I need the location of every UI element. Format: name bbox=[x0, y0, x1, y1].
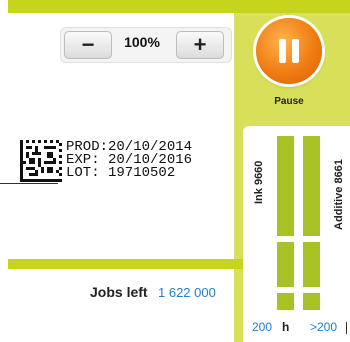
pause-label: Pause bbox=[274, 96, 304, 107]
minus-icon: − bbox=[81, 32, 95, 57]
separator bbox=[346, 322, 347, 334]
additive-level-bar-middle bbox=[303, 242, 320, 287]
left-frame bbox=[0, 0, 8, 342]
label-print-text: PROD:20/10/2014 EXP: 20/10/2016 LOT: 197… bbox=[66, 140, 192, 181]
additive-hours-value: >200 bbox=[310, 320, 338, 334]
ink-label: Ink 9660 bbox=[253, 160, 265, 204]
pause-icon bbox=[279, 39, 299, 63]
ink-level-bar-lower bbox=[277, 293, 294, 310]
ink-hours-unit: h bbox=[282, 320, 290, 334]
zoom-in-button[interactable]: + bbox=[176, 31, 224, 59]
pointer-line bbox=[0, 183, 58, 184]
jobs-left-label: Jobs left bbox=[90, 284, 148, 300]
pause-button[interactable] bbox=[256, 18, 322, 84]
datamatrix-barcode bbox=[20, 140, 62, 182]
label-line-lot: LOT: 19710502 bbox=[66, 165, 176, 181]
ink-level-bar-middle bbox=[277, 242, 294, 287]
additive-level-bar-upper bbox=[303, 136, 320, 236]
additive-level-bar-lower bbox=[303, 293, 320, 310]
plus-icon: + bbox=[193, 32, 207, 57]
zoom-level: 100% bbox=[124, 34, 160, 50]
consumables-panel: Ink 9660 Additive 8661 bbox=[243, 126, 350, 342]
divider-band bbox=[8, 259, 243, 269]
jobs-row bbox=[8, 269, 234, 342]
zoom-out-button[interactable]: − bbox=[64, 31, 112, 59]
ink-hours-value: 200 bbox=[252, 320, 273, 334]
jobs-left-value: 1 622 000 bbox=[158, 285, 216, 300]
ink-level-bar-upper bbox=[277, 136, 294, 236]
additive-label: Additive 8661 bbox=[333, 159, 345, 230]
top-bar bbox=[0, 0, 350, 13]
